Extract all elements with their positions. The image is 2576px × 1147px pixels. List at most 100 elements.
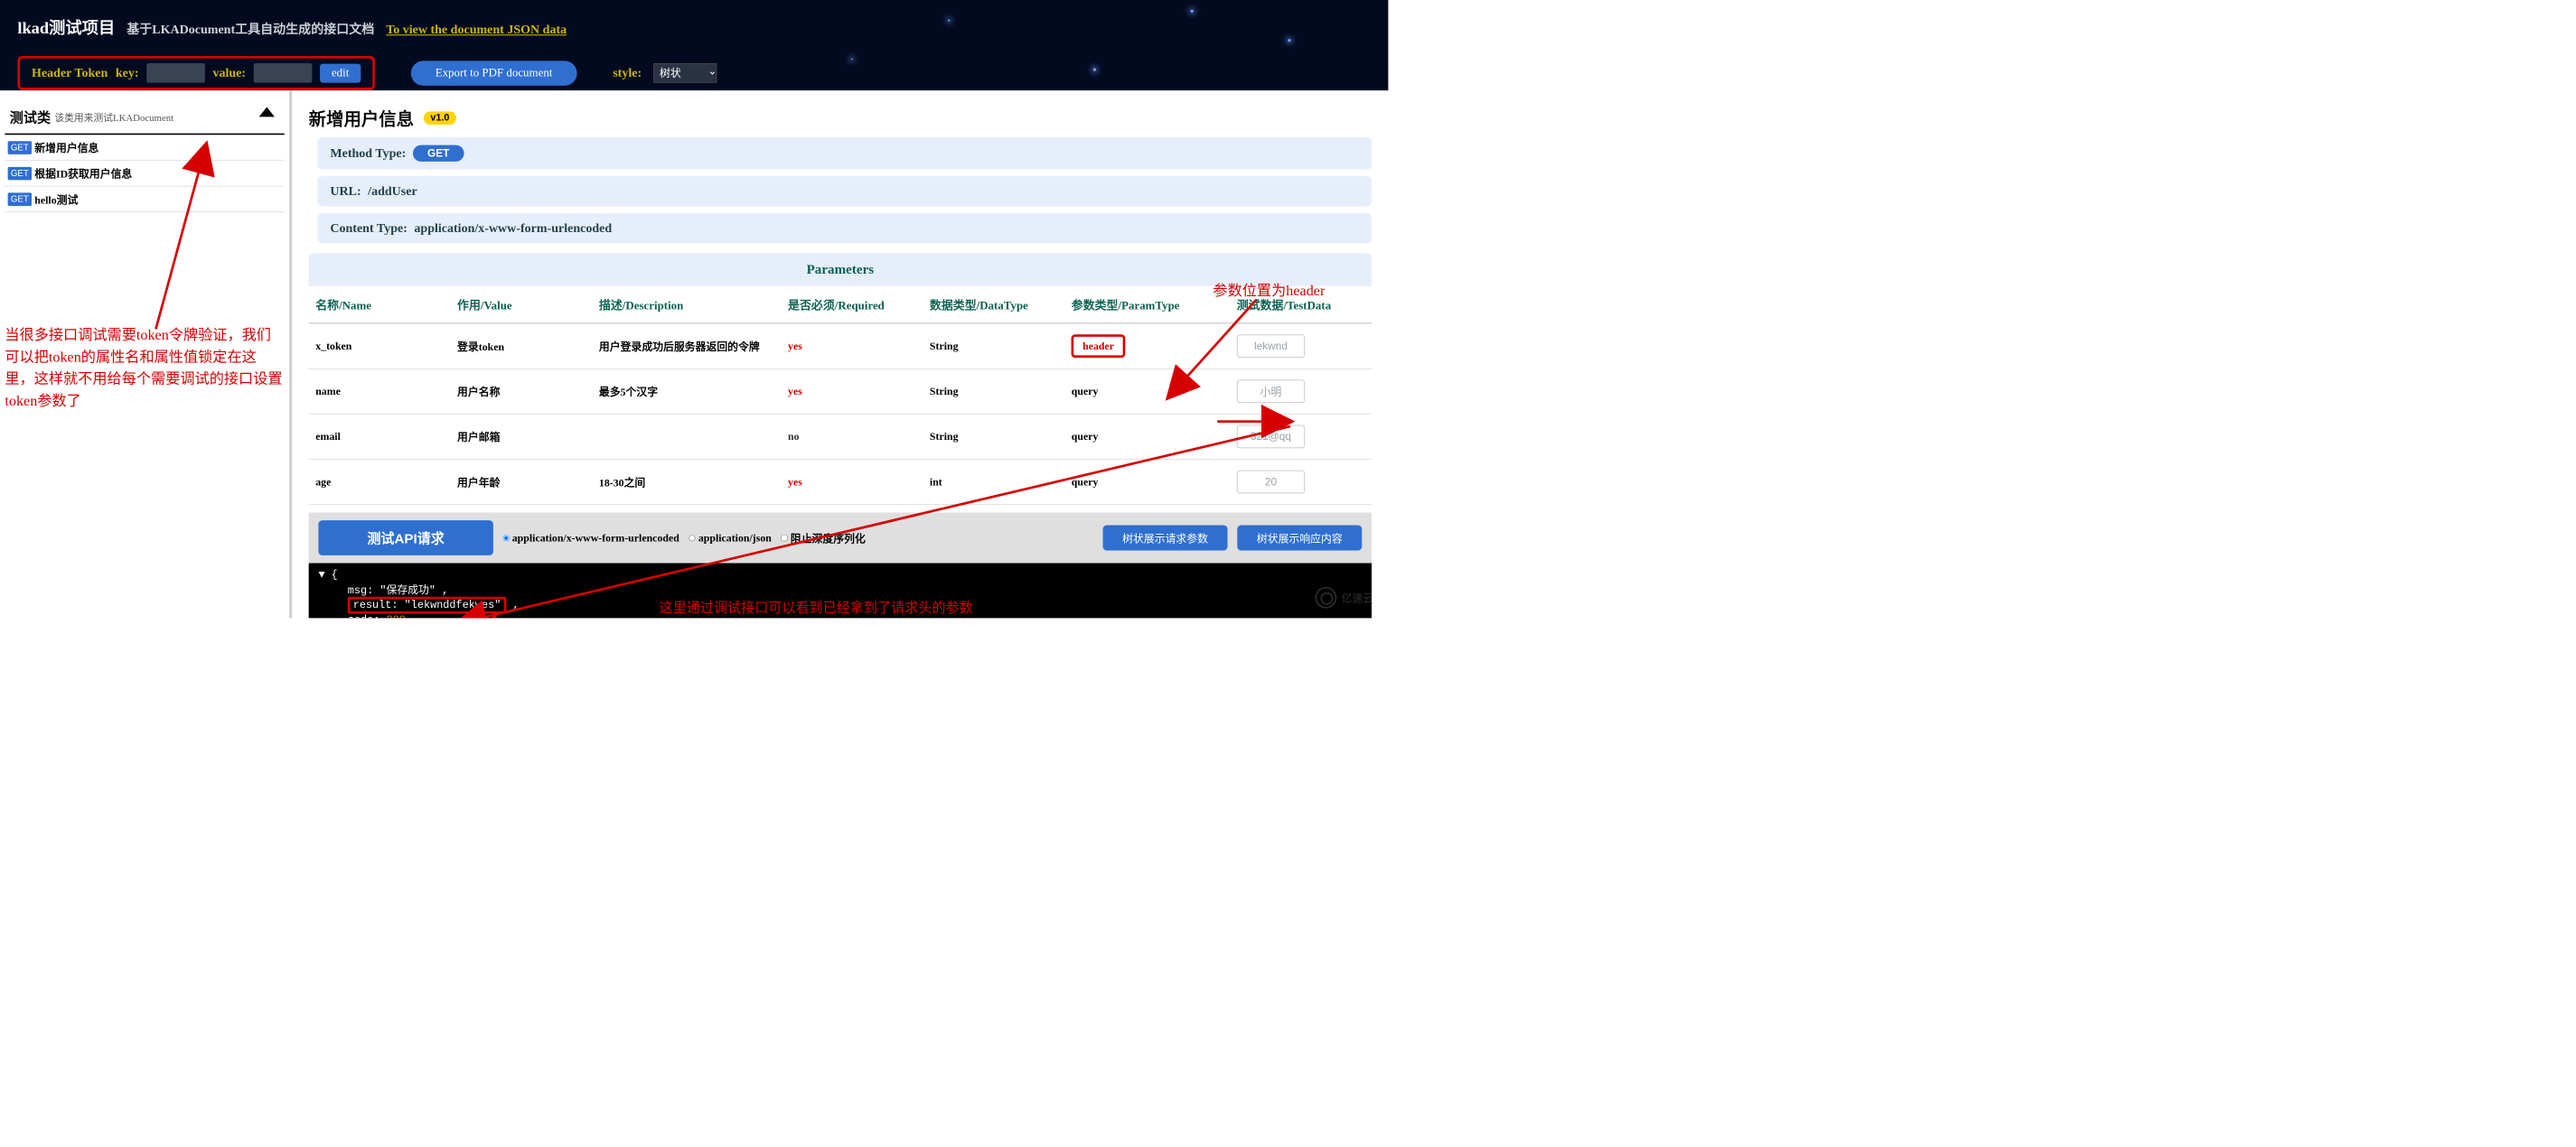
style-select[interactable]: 树状 — [653, 63, 717, 83]
token-value-label: value: — [212, 66, 246, 80]
method-badge: GET — [8, 167, 32, 181]
main-panel: 新增用户信息 v1.0 Method Type: GET URL: /addUs… — [292, 90, 1388, 618]
token-key-label: key: — [116, 66, 139, 80]
table-row: name 用户名称 最多5个汉字 yes String query — [309, 368, 1372, 414]
content-type-label: Content Type: — [330, 221, 407, 236]
radio-form-label: application/x-www-form-urlencoded — [512, 531, 679, 544]
tree-response-button[interactable]: 树状展示响应内容 — [1237, 525, 1362, 550]
cell-name: name — [309, 368, 451, 414]
cell-testdata — [1230, 368, 1372, 414]
stop-deep-checkbox[interactable]: 阻止深度序列化 — [782, 530, 866, 546]
cell-desc: 用户登录成功后服务器返回的令牌 — [592, 323, 781, 368]
style-label: style: — [613, 66, 642, 80]
tree-request-button[interactable]: 树状展示请求参数 — [1103, 525, 1228, 550]
resp-code-val: 200 — [386, 614, 405, 619]
cell-testdata — [1230, 459, 1372, 504]
bg-star — [1093, 68, 1096, 70]
paramtype-highlight: header — [1072, 334, 1126, 358]
test-api-button[interactable]: 测试API请求 — [318, 520, 492, 555]
testdata-input[interactable] — [1237, 379, 1305, 403]
cell-required: yes — [782, 368, 923, 414]
cell-datatype: String — [923, 368, 1064, 414]
bg-star — [851, 59, 853, 61]
cell-paramtype: header — [1064, 323, 1230, 368]
cell-value: 登录token — [451, 323, 593, 368]
app-subtitle: 基于LKADocument工具自动生成的接口文档 — [126, 20, 374, 38]
sidebar-item[interactable]: GET hello测试 — [5, 186, 284, 212]
resp-msg-val: "保存成功" — [379, 584, 436, 596]
method-type-label: Method Type: — [330, 146, 406, 161]
checkbox-stopdeep-label: 阻止深度序列化 — [791, 530, 866, 546]
token-label: Header Token — [32, 66, 108, 80]
api-title: 新增用户信息 — [309, 105, 414, 130]
cell-required: no — [782, 414, 923, 459]
sidebar-item-label: 根据ID获取用户信息 — [34, 165, 132, 181]
response-box: ▼ { msg: "保存成功" , result: "lekwnddfekwes… — [309, 564, 1372, 619]
watermark-text: 亿速云 — [1342, 590, 1374, 605]
cell-name: x_token — [309, 323, 451, 368]
resp-result-highlight: result: "lekwnddfekwes" — [348, 597, 507, 614]
sidebar-group-header[interactable]: 测试类 该类用来测试LKADocument — [5, 100, 284, 135]
top-bar: lkad测试项目 基于LKADocument工具自动生成的接口文档 To vie… — [0, 0, 1388, 90]
col-paramtype: 参数类型/ParamType — [1064, 286, 1230, 323]
parameters-table: 名称/Name 作用/Value 描述/Description 是否必须/Req… — [309, 286, 1372, 505]
col-description: 描述/Description — [592, 286, 781, 323]
radio-form-input[interactable] — [503, 535, 510, 541]
token-value-input[interactable] — [254, 63, 313, 83]
cell-required: yes — [782, 459, 923, 504]
export-pdf-button[interactable]: Export to PDF document — [411, 61, 577, 85]
cell-desc — [592, 414, 781, 459]
cell-desc: 最多5个汉字 — [592, 368, 781, 414]
view-json-link[interactable]: To view the document JSON data — [386, 23, 567, 37]
testdata-input[interactable] — [1237, 471, 1305, 494]
sidebar-group-name: 测试类 — [10, 107, 51, 127]
api-action-row: 测试API请求 application/x-www-form-urlencode… — [309, 512, 1372, 563]
cell-name: email — [309, 414, 451, 459]
testdata-input[interactable] — [1237, 334, 1305, 358]
radio-json-label: application/json — [698, 531, 772, 544]
sidebar-item[interactable]: GET 根据ID获取用户信息 — [5, 161, 284, 187]
cell-testdata — [1230, 323, 1372, 368]
url-row: URL: /addUser — [317, 176, 1372, 206]
version-badge: v1.0 — [424, 111, 456, 125]
testdata-input[interactable] — [1237, 424, 1305, 448]
cell-value: 用户年龄 — [451, 459, 593, 504]
token-edit-button[interactable]: edit — [320, 63, 361, 82]
checkbox-stopdeep-input[interactable] — [782, 535, 788, 541]
sidebar-item[interactable]: GET 新增用户信息 — [5, 135, 284, 161]
method-type-row: Method Type: GET — [317, 137, 1372, 170]
bg-star — [1288, 39, 1290, 42]
cell-datatype: String — [923, 414, 1064, 459]
bg-star — [1191, 10, 1194, 13]
cell-datatype: int — [923, 459, 1064, 504]
cell-name: age — [309, 459, 451, 504]
cell-desc: 18-30之间 — [592, 459, 781, 504]
annotation-left: 当很多接口调试需要token令牌验证，我们可以把token的属性名和属性值锁定在… — [5, 324, 282, 412]
method-badge: GET — [8, 192, 32, 206]
content-type-form-radio[interactable]: application/x-www-form-urlencoded — [503, 531, 679, 544]
cell-required: yes — [782, 323, 923, 368]
method-type-badge: GET — [413, 145, 464, 162]
collapse-up-icon[interactable] — [259, 107, 275, 117]
content-type-value: application/x-www-form-urlencoded — [414, 221, 612, 236]
table-row: age 用户年龄 18-30之间 yes int query — [309, 459, 1372, 504]
annotation-top-right: 参数位置为header — [1213, 278, 1325, 300]
cell-value: 用户邮箱 — [451, 414, 593, 459]
radio-json-input[interactable] — [689, 535, 696, 541]
col-datatype: 数据类型/DataType — [923, 286, 1064, 323]
table-row: x_token 登录token 用户登录成功后服务器返回的令牌 yes Stri… — [309, 323, 1372, 368]
token-key-input[interactable] — [146, 63, 205, 83]
cell-paramtype: query — [1064, 459, 1230, 504]
cell-datatype: String — [923, 323, 1064, 368]
content-type-json-radio[interactable]: application/json — [689, 531, 772, 544]
method-badge: GET — [8, 141, 32, 154]
annotation-bottom: 这里通过调试接口可以看到已经拿到了请求头的参数 — [660, 597, 973, 617]
col-name: 名称/Name — [309, 286, 451, 323]
cell-value: 用户名称 — [451, 368, 593, 414]
url-label: URL: — [330, 184, 361, 199]
resp-result-key: result: — [353, 599, 398, 611]
content-type-row: Content Type: application/x-www-form-url… — [317, 213, 1372, 243]
cell-testdata — [1230, 414, 1372, 459]
col-required: 是否必须/Required — [782, 286, 923, 323]
table-row: email 用户邮箱 no String query — [309, 414, 1372, 459]
